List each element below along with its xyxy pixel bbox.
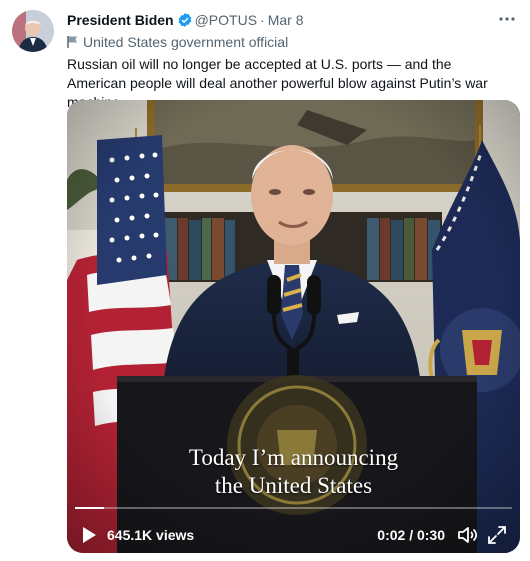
avatar[interactable] [12,10,54,52]
author-handle[interactable]: @POTUS [195,12,257,28]
flag-icon [67,35,79,53]
more-icon[interactable] [498,10,516,33]
verified-badge-icon [177,12,193,32]
play-icon[interactable] [81,526,97,547]
caption-line-2: the United States [214,473,373,498]
video-controls: 645.1K views 0:02 / 0:30 [67,520,520,550]
volume-icon[interactable] [456,524,478,549]
tweet[interactable]: President Biden @POTUS · Mar 8 United State… [0,0,530,561]
view-count: 645.1K views [107,527,195,543]
author-name[interactable]: President Biden [67,12,174,28]
government-label: United States government official [67,33,288,53]
video-player[interactable]: Today I’m announcing the United States 6… [67,100,520,553]
tweet-date[interactable]: Mar 8 [268,12,304,28]
tweet-header: President Biden @POTUS · Mar 8 [67,11,518,32]
video-progress-bar[interactable] [75,507,512,509]
caption-line-1: Today I’m announcing [188,445,399,470]
affiliation-label: United States government official [83,34,289,50]
separator: · [260,12,265,28]
fullscreen-icon[interactable] [486,524,508,549]
video-progress-fill [75,507,105,509]
video-time: 0:02 / 0:30 [377,527,445,543]
video-caption: Today I’m announcing the United States [67,444,520,500]
